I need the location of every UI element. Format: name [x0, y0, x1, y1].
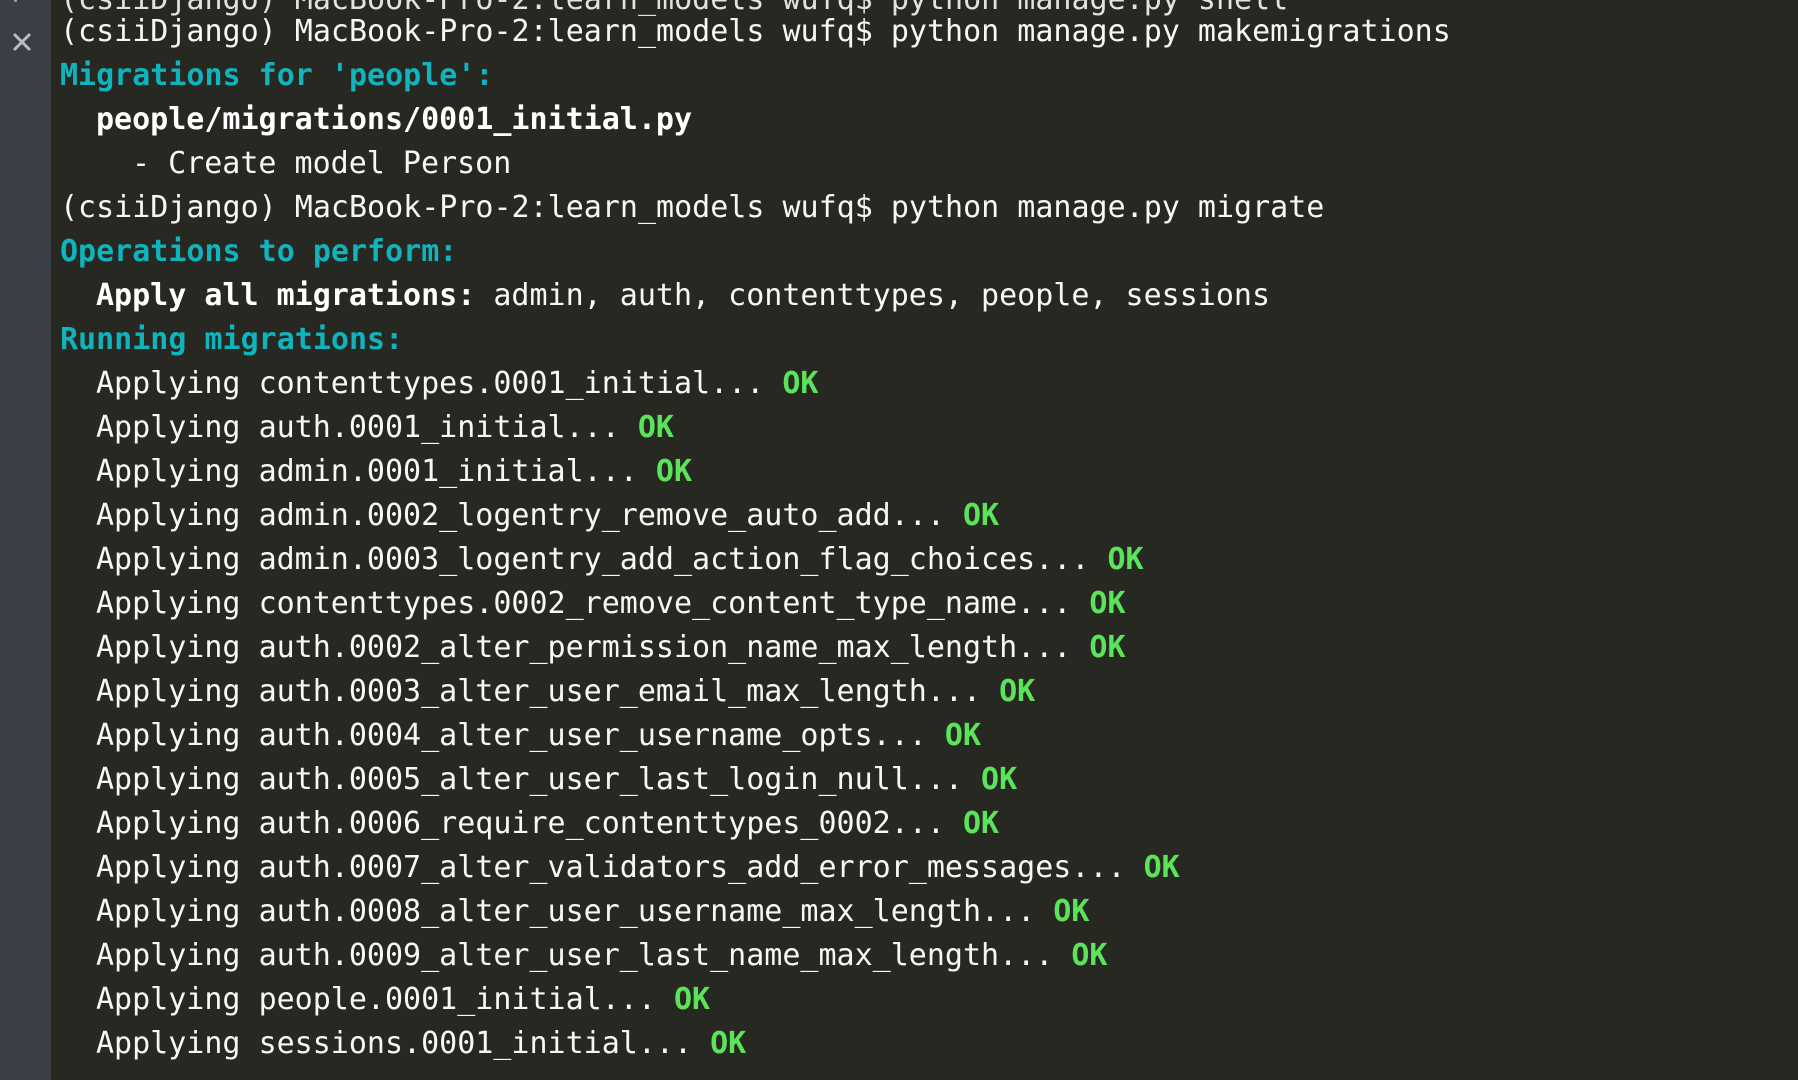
left-gutter	[0, 0, 51, 1080]
migration-name: auth.0008_alter_user_username_max_length…	[258, 894, 1036, 929]
migration-name: people.0001_initial...	[258, 982, 656, 1017]
applying-word: Applying	[96, 674, 241, 709]
migration-name: admin.0003_logentry_add_action_flag_choi…	[258, 542, 1090, 577]
terminal-window: (csiiDjango) MacBook-Pro-2:learn_models …	[0, 0, 1798, 1080]
migration-name: contenttypes.0002_remove_content_type_na…	[258, 586, 1072, 621]
migration-line: Applying auth.0002_alter_permission_name…	[60, 626, 1126, 670]
migration-name: auth.0007_alter_validators_add_error_mes…	[258, 850, 1126, 885]
ok-status: OK	[1089, 630, 1126, 665]
migration-line: Applying auth.0007_alter_validators_add_…	[60, 846, 1180, 890]
ok-status: OK	[1071, 938, 1108, 973]
migration-line: Applying contenttypes.0002_remove_conten…	[60, 582, 1126, 626]
close-icon[interactable]	[9, 29, 35, 55]
applying-word: Applying	[96, 630, 241, 665]
migration-line: Applying auth.0008_alter_user_username_m…	[60, 890, 1089, 934]
ok-status: OK	[1107, 542, 1144, 577]
migration-line: Applying people.0001_initial... OK	[60, 978, 710, 1022]
migration-line: Applying sessions.0001_initial... OK	[60, 1022, 746, 1066]
ok-status: OK	[962, 498, 1000, 533]
ok-status: OK	[782, 366, 819, 401]
applying-word: Applying	[96, 498, 241, 533]
applying-word: Applying	[96, 894, 241, 929]
migration-line: Applying auth.0009_alter_user_last_name_…	[60, 934, 1107, 978]
ok-status: OK	[673, 982, 711, 1017]
migration-name: auth.0003_alter_user_email_max_length...	[258, 674, 982, 709]
applying-word: Applying	[96, 982, 241, 1017]
migration-line: Applying auth.0006_require_contenttypes_…	[60, 802, 999, 846]
ok-status: OK	[1089, 586, 1126, 621]
migration-name: auth.0006_require_contenttypes_0002...	[258, 806, 945, 841]
migration-name: auth.0005_alter_user_last_login_null...	[258, 762, 963, 797]
ok-status: OK	[637, 410, 674, 445]
migration-name: admin.0002_logentry_remove_auto_add...	[258, 498, 945, 533]
ok-status: OK	[710, 1026, 747, 1061]
applying-word: Applying	[96, 1026, 241, 1061]
ok-status: OK	[999, 674, 1036, 709]
migration-name: auth.0001_initial...	[258, 410, 620, 445]
migration-name: auth.0009_alter_user_last_name_max_lengt…	[258, 938, 1054, 973]
ok-status: OK	[981, 762, 1018, 797]
operations-header: Operations to perform:	[60, 234, 458, 269]
command-text: python manage.py makemigrations	[890, 14, 1451, 49]
applying-word: Applying	[96, 366, 241, 401]
applying-word: Applying	[96, 850, 241, 885]
migration-line: Applying admin.0003_logentry_add_action_…	[60, 538, 1144, 582]
applying-word: Applying	[96, 454, 241, 489]
migration-line: Applying auth.0003_alter_user_email_max_…	[60, 670, 1035, 714]
ok-status: OK	[1053, 894, 1090, 929]
migration-line: Applying admin.0002_logentry_remove_auto…	[60, 494, 999, 538]
apply-all-label: Apply all migrations:	[96, 278, 476, 313]
shell-prompt: (csiiDjango) MacBook-Pro-2:learn_models …	[60, 14, 873, 49]
migration-name: admin.0001_initial...	[258, 454, 638, 489]
ok-status: OK	[655, 454, 693, 489]
terminal-output[interactable]: (csiiDjango) MacBook-Pro-2:learn_models …	[60, 0, 1798, 1080]
gutter-marker	[14, 0, 17, 2]
command-text: python manage.py migrate	[890, 190, 1325, 225]
applying-word: Applying	[96, 806, 241, 841]
migration-name: auth.0004_alter_user_username_opts...	[258, 718, 927, 753]
migration-file-path: people/migrations/0001_initial.py	[96, 102, 693, 137]
close-icon-glyph	[13, 33, 31, 51]
ok-status: OK	[1143, 850, 1180, 885]
create-model-line: - Create model Person	[132, 146, 512, 181]
migrate-command-line: (csiiDjango) MacBook-Pro-2:learn_models …	[60, 186, 1324, 230]
migration-line: Applying contenttypes.0001_initial... OK	[60, 362, 818, 406]
migration-line: Applying auth.0005_alter_user_last_login…	[60, 758, 1017, 802]
running-migrations-header: Running migrations:	[60, 322, 404, 357]
migration-name: contenttypes.0001_initial...	[258, 366, 765, 401]
applying-word: Applying	[96, 586, 241, 621]
shell-prompt: (csiiDjango) MacBook-Pro-2:learn_models …	[60, 190, 873, 225]
applying-word: Applying	[96, 762, 241, 797]
applying-word: Applying	[96, 718, 241, 753]
applying-word: Applying	[96, 542, 241, 577]
migration-line: Applying auth.0001_initial... OK	[60, 406, 674, 450]
migration-line: Applying admin.0001_initial... OK	[60, 450, 692, 494]
makemigrations-command-line: (csiiDjango) MacBook-Pro-2:learn_models …	[60, 10, 1451, 54]
applying-word: Applying	[96, 410, 241, 445]
migration-name: sessions.0001_initial...	[258, 1026, 693, 1061]
migration-line: Applying auth.0004_alter_user_username_o…	[60, 714, 981, 758]
migration-name: auth.0002_alter_permission_name_max_leng…	[258, 630, 1072, 665]
ok-status: OK	[962, 806, 1000, 841]
applying-word: Applying	[96, 938, 241, 973]
ok-status: OK	[944, 718, 982, 753]
apply-all-value: admin, auth, contenttypes, people, sessi…	[493, 278, 1271, 313]
migrations-for-header: Migrations for 'people':	[60, 58, 494, 93]
apply-all-line: Apply all migrations: admin, auth, conte…	[60, 274, 1270, 318]
